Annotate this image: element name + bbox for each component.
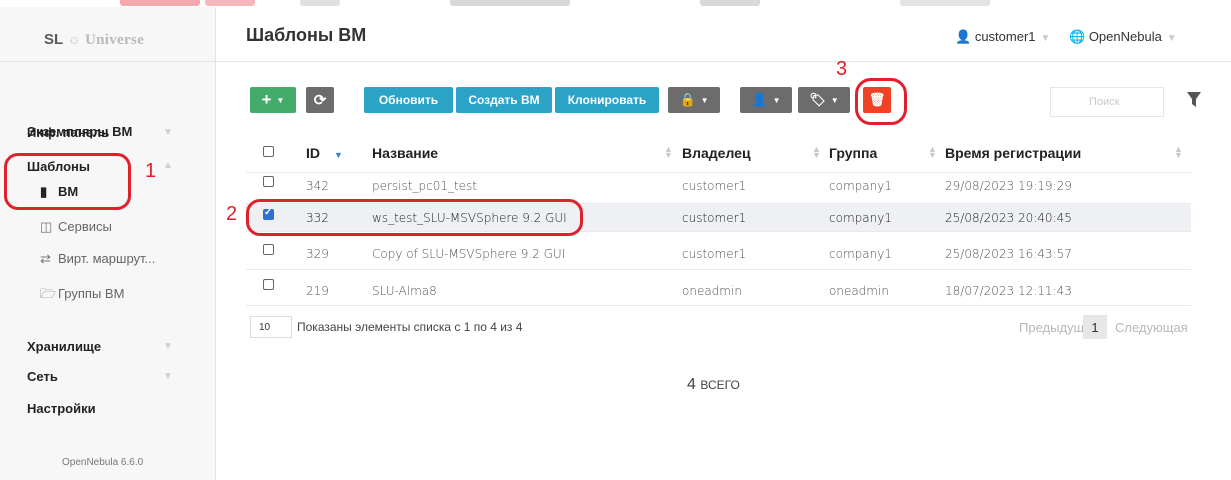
sidebar-item-services[interactable]: ◫ Сервисы	[40, 219, 112, 235]
row-checkbox[interactable]	[263, 279, 274, 290]
column-header-id[interactable]: ID	[306, 145, 320, 161]
cell-group: company1	[829, 247, 892, 261]
total-count: 4	[687, 376, 696, 393]
refresh-button[interactable]: Обновить	[364, 87, 453, 113]
next-page-button[interactable]: Следующая	[1115, 320, 1188, 335]
chevron-down-icon[interactable]: ▼	[163, 127, 173, 138]
annotation-ring-templates	[4, 153, 131, 210]
cell-time: 18/07/2023 12:11:43	[945, 284, 1072, 298]
table-divider	[246, 172, 1191, 173]
sync-icon: ⟳	[313, 92, 327, 109]
cell-owner: customer1	[682, 211, 747, 225]
row-checkbox[interactable]	[263, 176, 274, 187]
row-checkbox[interactable]	[263, 244, 274, 255]
cell-name[interactable]: SLU-Alma8	[372, 284, 437, 298]
cell-owner: customer1	[682, 179, 747, 193]
sort-icon[interactable]: ▲ ▼	[928, 145, 937, 160]
cell-id: 342	[306, 179, 329, 193]
total-summary: 4 ВСЕГО	[687, 376, 740, 394]
chevron-down-icon[interactable]: ▼	[163, 371, 173, 382]
annotation-ring-row	[246, 199, 583, 236]
annotation-number: 1	[145, 160, 157, 182]
annotation-number: 2	[226, 203, 238, 225]
folder-open-icon: 🗁	[40, 286, 57, 301]
clone-button[interactable]: Клонировать	[555, 87, 659, 113]
cell-name[interactable]: persist_pc01_test	[372, 179, 477, 193]
shuffle-icon: ⇄	[40, 251, 51, 266]
annotation-number: 3	[836, 58, 848, 80]
sidebar-item-vm-instances[interactable]: Экземпляры ВМ	[27, 124, 132, 139]
cloud-menu[interactable]: 🌐 OpenNebula ▼	[1069, 29, 1177, 45]
current-page[interactable]: 1	[1083, 315, 1107, 339]
sidebar-item-settings[interactable]: Настройки	[27, 401, 96, 416]
chevron-down-icon: ▼	[276, 95, 285, 105]
sidebar-item-virtual-routers[interactable]: ⇄ Вирт. маршрут...	[40, 251, 155, 267]
cell-time: 29/08/2023 19:19:29	[945, 179, 1072, 193]
page-size-select[interactable]: 10	[250, 316, 292, 338]
sidebar-item-storage[interactable]: Хранилище	[27, 339, 101, 354]
annotation-ring-delete	[855, 78, 907, 125]
lock-icon: 🔒	[679, 92, 696, 107]
change-owner-button[interactable]: 👤 ▼	[740, 87, 792, 113]
header-divider	[216, 61, 1231, 62]
page-title: Шаблоны ВМ	[246, 25, 367, 45]
chevron-down-icon: ▼	[1040, 33, 1051, 44]
cell-name[interactable]: Copy of SLU-MSVSphere 9.2 GUI	[372, 247, 565, 261]
services-icon: ◫	[40, 219, 53, 234]
chevron-down-icon[interactable]: ▼	[163, 341, 173, 352]
sidebar-item-services-label: Сервисы	[58, 219, 112, 234]
cell-group: company1	[829, 179, 892, 193]
cell-id: 219	[306, 284, 329, 298]
chevron-down-icon: ▼	[772, 95, 781, 105]
sort-icon[interactable]: ▲ ▼	[812, 145, 821, 160]
create-vm-button[interactable]: Создать ВМ	[456, 87, 552, 113]
table-divider	[246, 305, 1191, 306]
list-info: Показаны элементы списка с 1 по 4 из 4	[297, 320, 523, 334]
labels-button[interactable]: 🏷 ▼	[798, 87, 850, 113]
sidebar-item-virtual-routers-label: Вирт. маршрут...	[58, 251, 156, 266]
column-header-registration-time[interactable]: Время регистрации	[945, 145, 1081, 161]
lock-button[interactable]: 🔒 ▼	[668, 87, 720, 113]
total-label: ВСЕГО	[700, 378, 740, 392]
filter-icon[interactable]	[1186, 91, 1202, 109]
sidebar-item-vm-groups[interactable]: 🗁 Группы ВМ	[40, 285, 124, 307]
cell-owner: customer1	[682, 247, 747, 261]
sync-button[interactable]: ⟳	[306, 87, 334, 113]
sort-icon[interactable]: ▲ ▼	[664, 145, 673, 160]
create-button[interactable]: + ▼	[250, 87, 296, 113]
user-icon: 👤	[751, 92, 768, 107]
cell-time: 25/08/2023 20:40:45	[945, 211, 1072, 225]
chevron-down-icon: ▼	[830, 95, 839, 105]
cell-owner: oneadmin	[682, 284, 742, 298]
chevron-down-icon: ▼	[700, 95, 709, 105]
plus-icon: +	[261, 90, 272, 109]
sidebar-menu: Экземпляры ВМ ▼ Шаблоны ▲ ▮ ВМ ◫ Сервисы ⇄…	[0, 0, 215, 480]
cell-time: 25/08/2023 16:43:57	[945, 247, 1072, 261]
cloud-name: OpenNebula	[1088, 29, 1162, 44]
user-icon: 👤	[955, 29, 972, 44]
globe-icon: 🌐	[1069, 29, 1086, 44]
column-header-owner[interactable]: Владелец	[682, 145, 751, 161]
cell-id: 329	[306, 247, 329, 261]
column-header-name[interactable]: Название	[372, 145, 438, 161]
chevron-down-icon: ▼	[1166, 33, 1177, 44]
sidebar-item-network[interactable]: Сеть	[27, 369, 58, 384]
tag-icon: 🏷	[809, 92, 826, 107]
sort-desc-icon[interactable]: ▼	[334, 151, 343, 160]
user-menu[interactable]: 👤 customer1 ▼	[955, 29, 1050, 45]
cell-group: oneadmin	[829, 284, 889, 298]
search-input[interactable]: Поиск	[1050, 87, 1164, 117]
table-divider	[246, 269, 1191, 270]
chevron-up-icon[interactable]: ▲	[163, 160, 173, 171]
cell-group: company1	[829, 211, 892, 225]
column-header-group[interactable]: Группа	[829, 145, 877, 161]
select-all-checkbox[interactable]	[263, 146, 274, 157]
sidebar-item-vm-groups-label: Группы ВМ	[58, 286, 125, 301]
sort-icon[interactable]: ▲ ▼	[1174, 145, 1183, 160]
version-label: OpenNebula 6.6.0	[62, 457, 144, 468]
user-name: customer1	[974, 29, 1036, 44]
